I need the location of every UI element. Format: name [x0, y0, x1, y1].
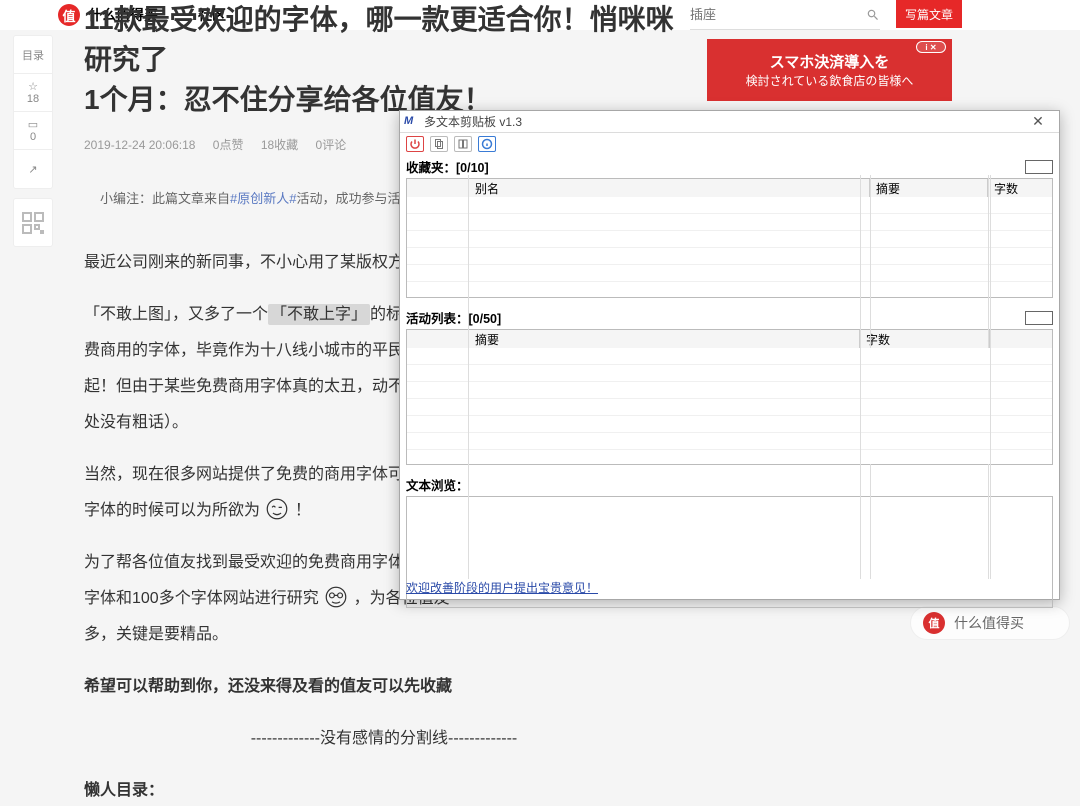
copy-icon[interactable]: [430, 136, 448, 152]
favorites-grid-header: 别名 摘要 字数: [407, 179, 1052, 197]
share-icon: ↗: [28, 163, 37, 176]
col-rowhead[interactable]: [407, 179, 469, 197]
article-title: 11款最受欢迎的字体，哪一款更适合你！悄咪咪研究了 1个月：忍不住分享给各位值友…: [84, 0, 684, 120]
rail-share[interactable]: ↗: [14, 150, 52, 188]
meta-favs: 18收藏: [261, 138, 298, 152]
search-input[interactable]: [690, 7, 866, 22]
rail-like[interactable]: ☆ 18: [14, 74, 52, 112]
lazy-toc-heading: 懒人目录：: [84, 776, 684, 806]
highlighted-text: 「不敢上字」: [268, 304, 370, 325]
rail-comment[interactable]: ▭ 0: [14, 112, 52, 150]
right-ad-banner[interactable]: i ✕ スマホ決済導入を 検討されている飲食店の皆様へ: [707, 39, 952, 101]
star-icon: ☆: [28, 80, 38, 93]
left-rail: 目录 ☆ 18 ▭ 0 ↗: [13, 35, 53, 189]
activity-grid-rows[interactable]: [407, 348, 1052, 464]
activity-section: 活动列表：[0/50] 摘要 字数: [406, 308, 1053, 465]
col-alias[interactable]: 别名: [469, 179, 870, 197]
window-statusbar: 欢迎改善阶段的用户提出宝贵意见！: [406, 579, 1053, 596]
watermark-logo: 值: [923, 612, 945, 634]
info-icon[interactable]: [478, 136, 496, 152]
book-icon[interactable]: [454, 136, 472, 152]
comment-icon: ▭: [28, 118, 38, 131]
site-logo: 值: [58, 4, 80, 26]
search-box[interactable]: [690, 0, 880, 30]
favorites-label: 收藏夹：[0/10]: [406, 157, 1053, 176]
window-titlebar[interactable]: M 多文本剪贴板 v1.3 ✕: [400, 111, 1059, 133]
activity-grid[interactable]: 摘要 字数: [406, 329, 1053, 465]
favorites-field[interactable]: [1025, 160, 1053, 174]
favorites-grid-rows[interactable]: [407, 197, 1052, 297]
window-body: 收藏夹：[0/10] 别名 摘要 字数 活动列表：[0/50]: [406, 157, 1053, 579]
preview-label: 文本浏览：: [406, 475, 1053, 494]
rail-toc[interactable]: 目录: [14, 36, 52, 74]
comment-count: 0: [30, 131, 36, 143]
col-rowhead[interactable]: [407, 330, 469, 348]
glasses-emoji-icon: [323, 584, 349, 610]
status-link[interactable]: 欢迎改善阶段的用户提出宝贵意见！: [406, 581, 598, 595]
app-icon: M: [404, 115, 418, 129]
col-chars[interactable]: 字数: [860, 330, 990, 348]
col-tail[interactable]: [990, 330, 1052, 348]
paragraph: 多，关键是要精品。: [84, 620, 684, 650]
text-divider: -------------没有感情的分割线-------------: [84, 724, 684, 754]
meta-likes: 0点赞: [213, 138, 244, 152]
col-chars[interactable]: 字数: [988, 179, 1052, 197]
ad-chip[interactable]: i ✕: [916, 41, 946, 53]
app-window: M 多文本剪贴板 v1.3 ✕ 收藏夹：[0/10] 别名 摘要: [399, 110, 1060, 600]
note-tag-link[interactable]: #原创新人#: [230, 191, 296, 206]
favorites-section: 收藏夹：[0/10] 别名 摘要 字数: [406, 157, 1053, 298]
search-icon[interactable]: [866, 6, 880, 24]
wink-emoji-icon: [264, 496, 290, 522]
ad-line1: スマホ決済導入を: [770, 51, 890, 72]
activity-label: 活动列表：[0/50]: [406, 308, 1053, 327]
col-summary[interactable]: 摘要: [469, 330, 860, 348]
favorites-grid[interactable]: 别名 摘要 字数: [406, 178, 1053, 298]
like-count: 18: [27, 93, 39, 105]
window-title: 多文本剪贴板 v1.3: [424, 113, 1021, 130]
watermark-text: 什么值得买: [954, 613, 1024, 633]
write-article-button[interactable]: 写篇文章: [896, 0, 962, 28]
site-watermark: 值 什么值得买: [910, 606, 1070, 640]
activity-field[interactable]: [1025, 311, 1053, 325]
qr-icon: [21, 211, 45, 235]
meta-time: 2019-12-24 20:06:18: [84, 138, 195, 152]
window-toolbar: [400, 133, 1059, 155]
paragraph-bold: 希望可以帮助到你，还没来得及看的值友可以先收藏: [84, 672, 684, 702]
ad-line2: 検討されている飲食店の皆様へ: [746, 72, 914, 89]
meta-comments: 0评论: [316, 138, 347, 152]
window-close-button[interactable]: ✕: [1021, 113, 1055, 130]
col-summary[interactable]: 摘要: [870, 179, 988, 197]
qr-box[interactable]: [13, 198, 53, 247]
activity-grid-header: 摘要 字数: [407, 330, 1052, 348]
power-icon[interactable]: [406, 136, 424, 152]
